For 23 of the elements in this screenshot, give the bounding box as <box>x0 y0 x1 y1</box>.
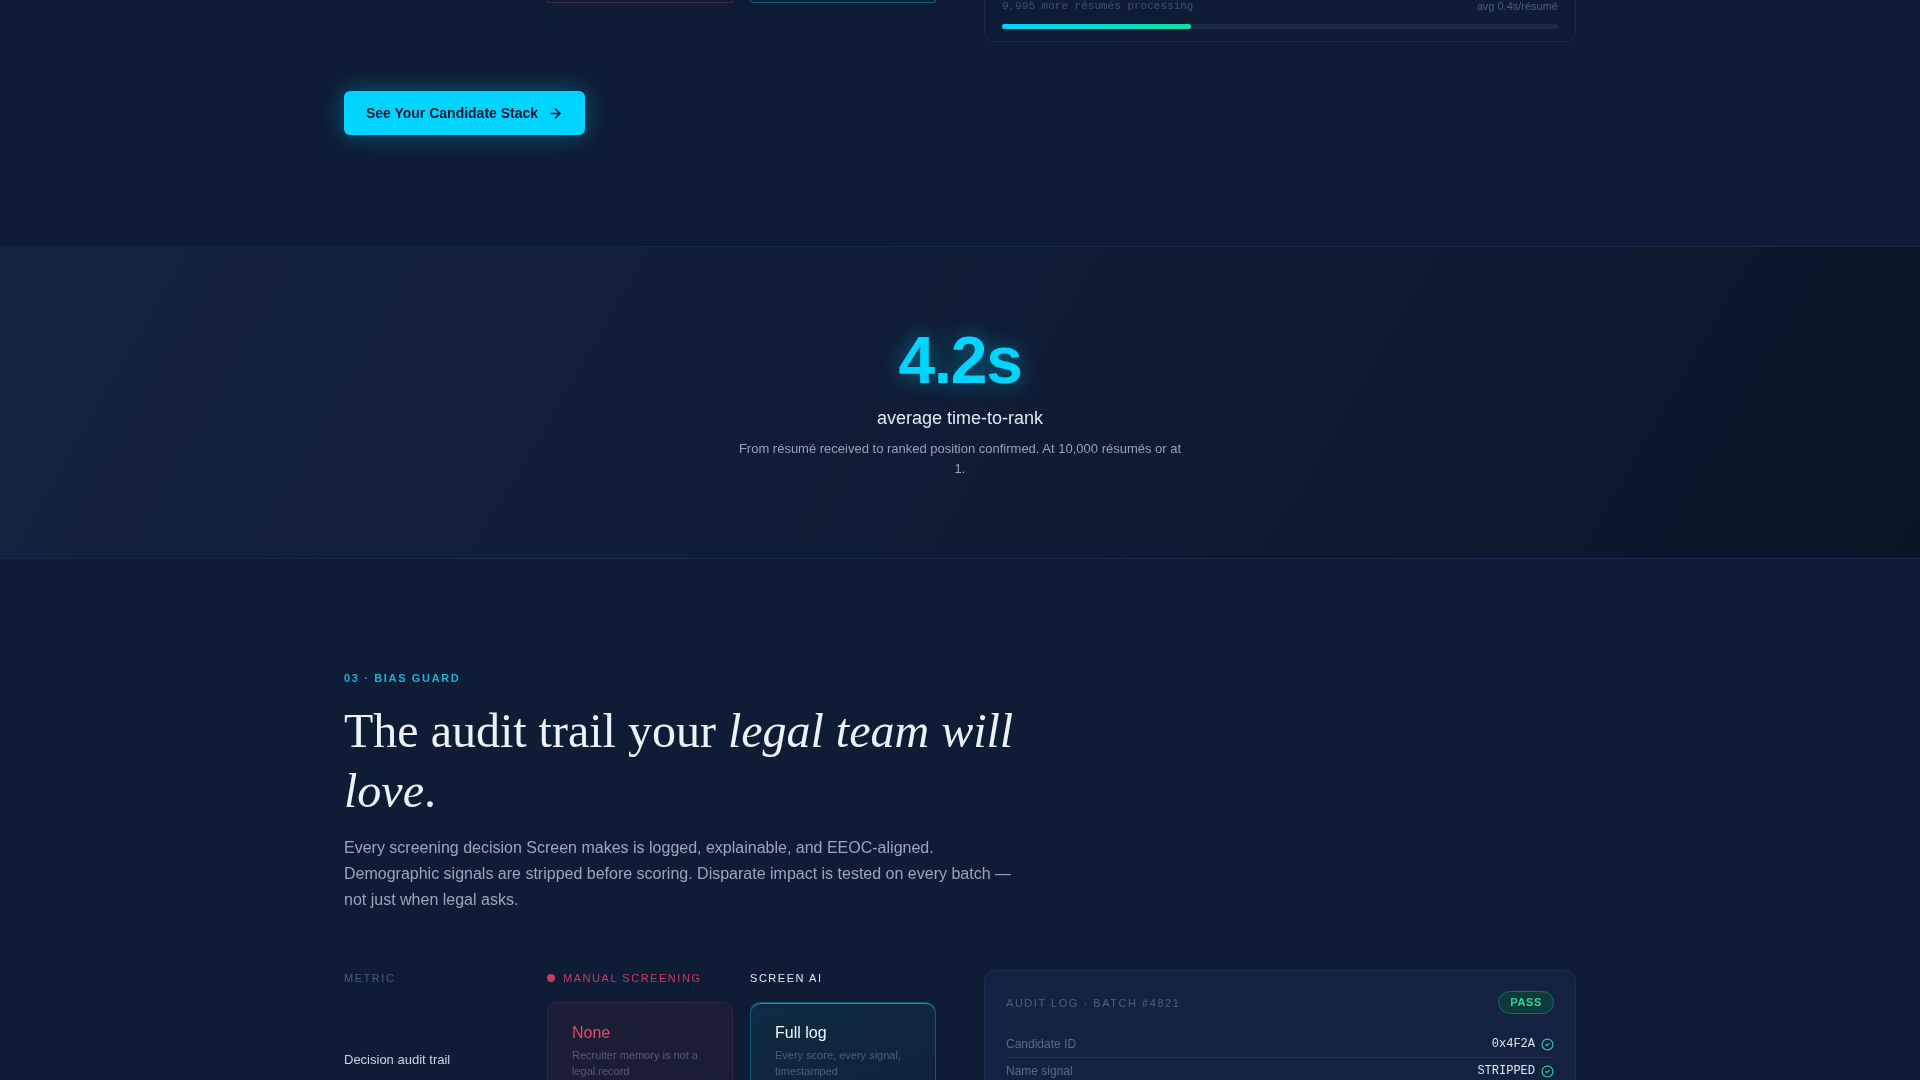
stat-label: average time-to-rank <box>876 407 1044 430</box>
column-header: MANUAL SCREENING <box>563 971 702 986</box>
section-heading: The audit trail your legal team will love. <box>344 703 1015 819</box>
comparison-value: None <box>572 1023 612 1043</box>
column-header: SCREEN AI <box>750 971 823 986</box>
audit-field-label: Name signal <box>1006 1063 1073 1079</box>
section-eyebrow: 03 · BIAS GUARD <box>344 671 461 686</box>
comparison-note: Recruiter memory is not a legal record <box>572 1048 699 1079</box>
see-candidate-stack-button[interactable]: See Your Candidate Stack <box>344 91 585 135</box>
section-body: Every screening decision Screen makes is logged, explainable, and EEOC-aligned. Demographic signals are stripped before scoring. Disparate impact is tested on every batch — not just when legal asks. <box>344 838 1012 910</box>
audit-log-title: AUDIT LOG · BATCH #4821 <box>1006 995 1181 1011</box>
audit-field-label: Candidate ID <box>1006 1036 1077 1052</box>
processing-rate: avg 0.4s/résumé <box>1476 0 1558 12</box>
comparison-note: Every score, every signal, timestamped <box>775 1048 902 1079</box>
arrow-right-icon <box>548 105 564 121</box>
stat-value: 4.2s <box>898 327 1022 393</box>
metric-label: Decision audit trail <box>344 1052 451 1067</box>
column-header: METRIC <box>344 971 396 986</box>
status-badge: PASS <box>1498 991 1554 1014</box>
audit-field-value: 0x4F2A <box>1491 1036 1535 1052</box>
audit-field-value: STRIPPED <box>1477 1063 1535 1079</box>
comparison-value: Full log <box>775 1023 828 1043</box>
stat-description: From résumé received to ranked position confirmed. At 10,000 résumés or at 1. <box>737 440 1183 478</box>
